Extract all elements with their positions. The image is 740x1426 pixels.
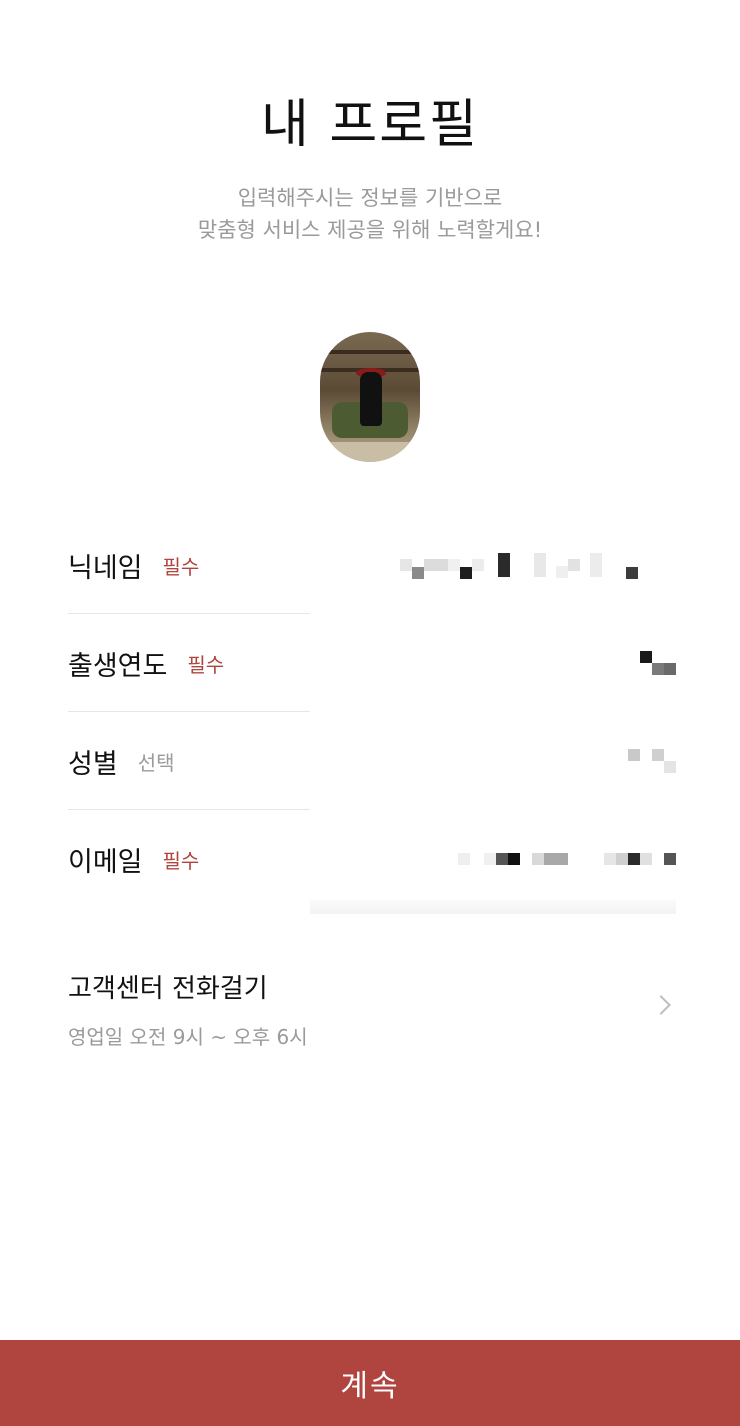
subtitle-line-1: 입력해주시는 정보를 기반으로 [237, 186, 503, 210]
birth-year-value-censored [640, 649, 676, 677]
page-subtitle: 입력해주시는 정보를 기반으로 맞춤형 서비스 제공을 위해 노력할게요! [0, 182, 740, 246]
gender-label: 성별 [68, 748, 118, 780]
page-title: 내 프로필 [261, 95, 479, 155]
censor-strip [310, 900, 676, 914]
birth-year-required-tag: 필수 [187, 652, 225, 677]
avatar-floor [320, 442, 420, 462]
customer-center-hours: 영업일 오전 9시 ~ 오후 6시 [68, 1025, 308, 1049]
email-required-tag: 필수 [162, 848, 200, 873]
gender-optional-tag: 선택 [137, 750, 175, 775]
birth-year-row[interactable]: 출생연도 필수 [68, 614, 676, 712]
nickname-value-censored [400, 551, 676, 579]
nickname-required-tag: 필수 [162, 554, 200, 579]
email-value-censored [458, 845, 676, 873]
customer-center-title: 고객센터 전화걸기 [68, 974, 268, 1004]
birth-year-label: 출생연도 [68, 650, 168, 682]
customer-center-call[interactable]: 고객센터 전화걸기 영업일 오전 9시 ~ 오후 6시 [68, 968, 676, 1049]
profile-screen: 내 프로필 입력해주시는 정보를 기반으로 맞춤형 서비스 제공을 위해 노력할… [0, 0, 740, 1426]
subtitle-line-2: 맞춤형 서비스 제공을 위해 노력할게요! [197, 218, 543, 242]
nickname-label: 닉네임 [68, 552, 143, 584]
avatar-shelf [320, 350, 420, 354]
avatar-person [360, 372, 382, 426]
gender-value-censored [628, 747, 676, 775]
gender-row[interactable]: 성별 선택 [68, 712, 676, 810]
profile-avatar[interactable] [320, 332, 420, 462]
email-label: 이메일 [68, 846, 143, 878]
email-row[interactable]: 이메일 필수 [68, 810, 676, 908]
continue-button[interactable]: 계속 [0, 1340, 740, 1426]
nickname-row[interactable]: 닉네임 필수 [68, 516, 676, 614]
